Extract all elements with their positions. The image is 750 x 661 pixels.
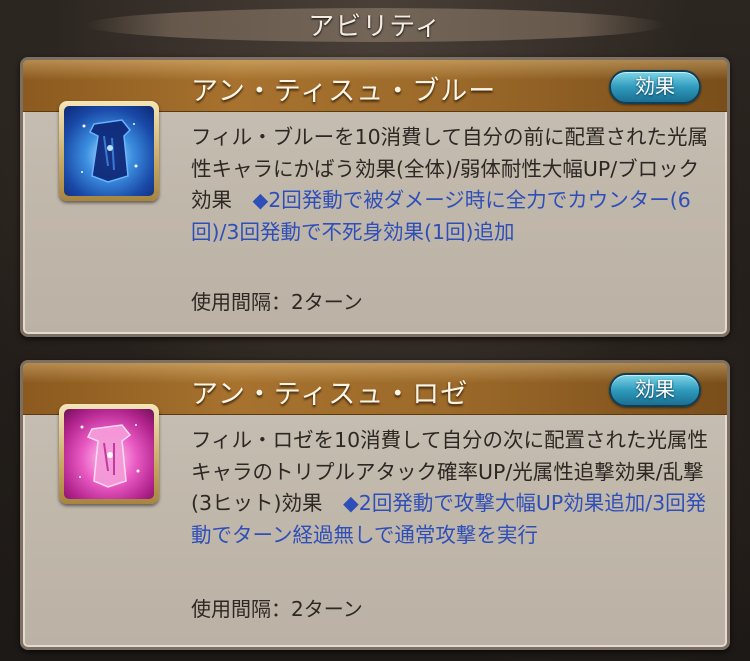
- page-title: アビリティ: [308, 11, 442, 42]
- ability-description: フィル・ブルーを10消費して自分の前に配置された光属性キャラにかばう効果(全体)…: [191, 122, 711, 248]
- ability-icon-frame[interactable]: [59, 404, 159, 504]
- bonus-text: ◆2回発動で被ダメージ時に全力でカウンター(6回)/3回発動で不死身効果(1回)…: [191, 188, 691, 244]
- effect-button[interactable]: 効果: [609, 70, 701, 104]
- pink-fabric-icon: [64, 409, 154, 499]
- ability-card-blue: アン・ティスュ・ブルー 効果 フィル・ブルーを10消費して自分の前に配置された光…: [20, 57, 730, 337]
- cooldown-interval: 使用間隔：2ターン: [191, 290, 363, 314]
- ability-description: フィル・ロゼを10消費して自分の次に配置された光属性キャラのトリプルアタック確率…: [191, 425, 711, 551]
- ability-icon-frame[interactable]: [59, 101, 159, 201]
- ability-name: アン・ティスュ・ロゼ: [191, 379, 469, 410]
- blue-fabric-icon: [64, 106, 154, 196]
- ability-header: アビリティ: [0, 0, 750, 48]
- ability-card-pink: アン・ティスュ・ロゼ 効果 フィル・ロゼを10消費して自分の次に配置された光属性…: [20, 360, 730, 650]
- ability-name: アン・ティスュ・ブルー: [191, 76, 497, 107]
- cooldown-interval: 使用間隔：2ターン: [191, 597, 363, 621]
- effect-button[interactable]: 効果: [609, 373, 701, 407]
